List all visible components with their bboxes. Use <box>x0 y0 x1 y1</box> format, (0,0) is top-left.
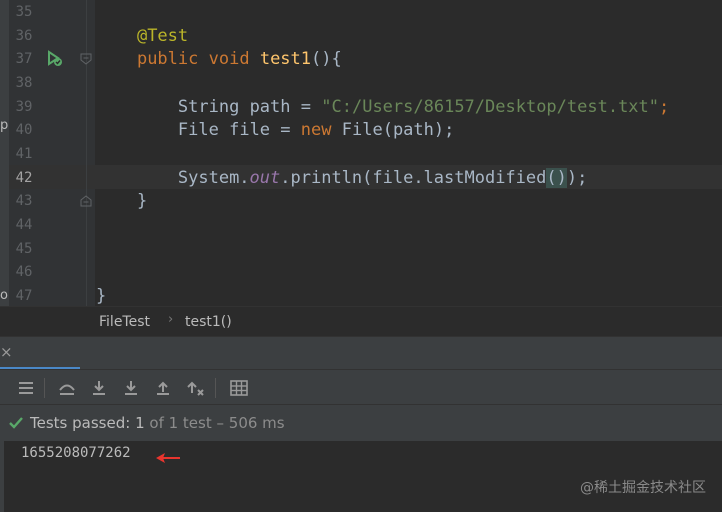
grid-icon[interactable] <box>229 378 249 398</box>
tests-passed-count: 1 <box>135 414 145 432</box>
sort-alpha-icon[interactable] <box>57 378 77 398</box>
test-runner-toolbar <box>0 369 722 405</box>
code-line-39[interactable]: String path = "C:/Users/86157/Desktop/te… <box>96 95 669 119</box>
run-tool-window-header: × <box>0 336 722 370</box>
annotation-token: @Test <box>136 25 189 46</box>
export-tests-icon[interactable] <box>153 378 173 398</box>
import-tests-icon[interactable] <box>121 378 141 398</box>
code-line-47[interactable]: } <box>96 284 106 306</box>
line-number: 36 <box>15 27 33 44</box>
string-token: "C:/Users/86157/Desktop/test.txt" <box>321 96 660 117</box>
variable-token: file <box>229 120 271 140</box>
operator-token: = <box>280 120 291 140</box>
fold-end-icon[interactable] <box>80 195 92 207</box>
line-number: 40 <box>15 122 33 138</box>
rerun-failed-icon[interactable] <box>16 378 36 398</box>
type-token: String <box>177 96 240 117</box>
semicolon-token: ; <box>659 96 670 117</box>
keyword-token: void <box>208 49 250 69</box>
line-number-current: 42 <box>15 169 33 186</box>
code-line-42[interactable]: System.out.println(file.lastModified()); <box>96 166 587 190</box>
line-number: 41 <box>15 146 33 162</box>
red-arrow-icon <box>156 453 180 463</box>
brace-token: } <box>136 191 148 211</box>
code-editor[interactable]: p o 35 36 37 38 39 40 41 42 43 44 45 46 … <box>0 0 722 306</box>
breadcrumb: FileTest › test1() <box>0 306 722 337</box>
breadcrumb-separator: › <box>168 312 174 327</box>
test-status-bar: Tests passed: 1 of 1 test – 506 ms <box>0 404 722 441</box>
line-number: 47 <box>15 288 33 304</box>
line-number: 45 <box>15 240 33 257</box>
line-number: 38 <box>15 75 33 91</box>
test-status-text: Tests passed: 1 of 1 test – 506 ms <box>30 414 285 432</box>
line-number: 43 <box>15 193 33 209</box>
close-icon[interactable]: × <box>0 343 13 361</box>
sort-duration-icon[interactable] <box>89 378 109 398</box>
toolbar-separator <box>215 378 216 398</box>
paren-token: (){ <box>311 49 342 69</box>
breadcrumb-class[interactable]: FileTest <box>99 314 150 330</box>
keyword-token: new <box>300 120 332 140</box>
line-number: 39 <box>15 98 33 115</box>
fold-marker-icon[interactable] <box>80 53 92 65</box>
toolbar-separator <box>44 378 45 398</box>
code-line-36[interactable]: @Test <box>96 24 188 48</box>
method-name-token: test1 <box>259 49 312 69</box>
type-token: File <box>177 120 219 140</box>
constructor-token: File(path); <box>341 120 455 140</box>
keyword-token: public <box>136 49 199 69</box>
operator-token: = <box>300 96 312 117</box>
cut-label: p <box>0 118 9 133</box>
cut-label: o <box>0 288 8 303</box>
console-output-line: 1655208077262 <box>21 445 131 461</box>
project-panel-edge: p o <box>0 0 9 306</box>
variable-token: path <box>249 96 291 117</box>
watermark: @稀土掘金技术社区 <box>580 480 706 496</box>
gutter-divider <box>86 0 87 306</box>
line-number: 44 <box>15 217 33 233</box>
matched-paren-token: () <box>546 167 567 188</box>
tests-passed-label: Tests passed: <box>30 414 131 432</box>
line-number: 46 <box>15 264 33 280</box>
tests-passed-detail: of 1 test – 506 ms <box>149 414 285 432</box>
run-test-icon[interactable] <box>45 49 63 67</box>
code-line-40[interactable]: File file = new File(path); <box>96 118 454 142</box>
check-icon <box>9 417 23 429</box>
code-line-43[interactable]: } <box>96 189 147 213</box>
up-arrow-icon[interactable] <box>185 378 205 398</box>
call-token: .println(file.lastModified <box>280 167 547 188</box>
console-output[interactable]: 1655208077262 @稀土掘金技术社区 <box>0 441 722 512</box>
code-line-37[interactable]: public void test1(){ <box>96 47 342 71</box>
line-number: 37 <box>15 51 33 67</box>
breadcrumb-method[interactable]: test1() <box>185 314 232 330</box>
class-token: System. <box>177 167 250 188</box>
line-number: 35 <box>15 4 33 20</box>
static-field-token: out <box>249 167 281 188</box>
call-end-token: ); <box>566 167 588 188</box>
brace-token: } <box>96 286 107 306</box>
